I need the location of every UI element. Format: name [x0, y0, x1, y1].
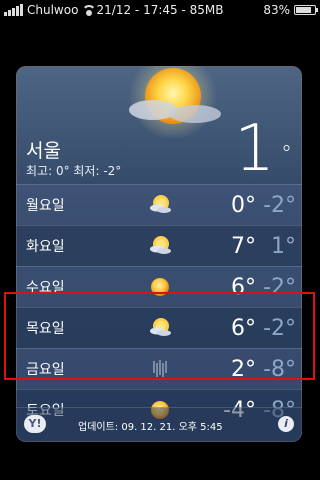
- forecast-row: 월요일 0° -2°: [16, 184, 302, 225]
- rain-icon: [148, 357, 172, 381]
- current-temp-value: 1: [234, 112, 275, 186]
- forecast-low: -2°: [263, 315, 296, 341]
- forecast-low: -8°: [263, 356, 296, 382]
- battery-percent: 83%: [263, 3, 290, 17]
- weather-footer: Y! 업데이트: 09. 12. 21. 오후 5:45 i: [16, 407, 302, 442]
- forecast-high: 0°: [231, 192, 256, 218]
- partly-cloudy-sun-icon: [148, 193, 172, 217]
- forecast-day: 목요일: [26, 321, 65, 337]
- forecast-row: 금요일 2° -8°: [16, 348, 302, 389]
- weather-card: 서울 최고: 0° 최저: -2° 1 ° 월요일 0° -2° 화요일 7° 1…: [16, 66, 302, 442]
- forecast-low: -2°: [263, 192, 296, 218]
- yahoo-logo-button[interactable]: Y!: [24, 415, 46, 433]
- today-high-low: 최고: 0° 최저: -2°: [26, 164, 122, 178]
- forecast-list: 월요일 0° -2° 화요일 7° 1° 수요일 6° -2° 목요일 6° -…: [16, 184, 302, 430]
- info-button[interactable]: i: [278, 416, 294, 432]
- partly-cloudy-sun-icon: [148, 316, 172, 340]
- forecast-row: 화요일 7° 1°: [16, 225, 302, 266]
- forecast-high: 2°: [231, 356, 256, 382]
- sun-icon: [148, 275, 172, 299]
- partly-cloudy-sun-icon: [148, 234, 172, 258]
- forecast-day: 수요일: [26, 280, 65, 296]
- battery-icon: [294, 5, 318, 15]
- status-center-text: 21/12 - 17:45 - 85MB: [96, 3, 224, 17]
- forecast-day: 금요일: [26, 362, 65, 378]
- last-updated: 업데이트: 09. 12. 21. 오후 5:45: [78, 422, 223, 433]
- forecast-day: 화요일: [26, 239, 65, 255]
- forecast-high: 6°: [231, 274, 256, 300]
- forecast-row: 수요일 6° -2°: [16, 266, 302, 307]
- current-temp-degree: °: [281, 142, 292, 167]
- current-temperature: 1 °: [234, 114, 292, 184]
- forecast-low: -2°: [263, 274, 296, 300]
- partly-cloudy-sun-icon: [129, 66, 221, 138]
- status-bar: Chulwoo 21/12 - 17:45 - 85MB 83%: [0, 0, 320, 20]
- forecast-low: 1°: [271, 233, 296, 259]
- forecast-high: 7°: [231, 233, 256, 259]
- forecast-high: 6°: [231, 315, 256, 341]
- city-name: 서울: [26, 140, 61, 162]
- forecast-day: 월요일: [26, 198, 65, 214]
- forecast-row: 목요일 6° -2°: [16, 307, 302, 348]
